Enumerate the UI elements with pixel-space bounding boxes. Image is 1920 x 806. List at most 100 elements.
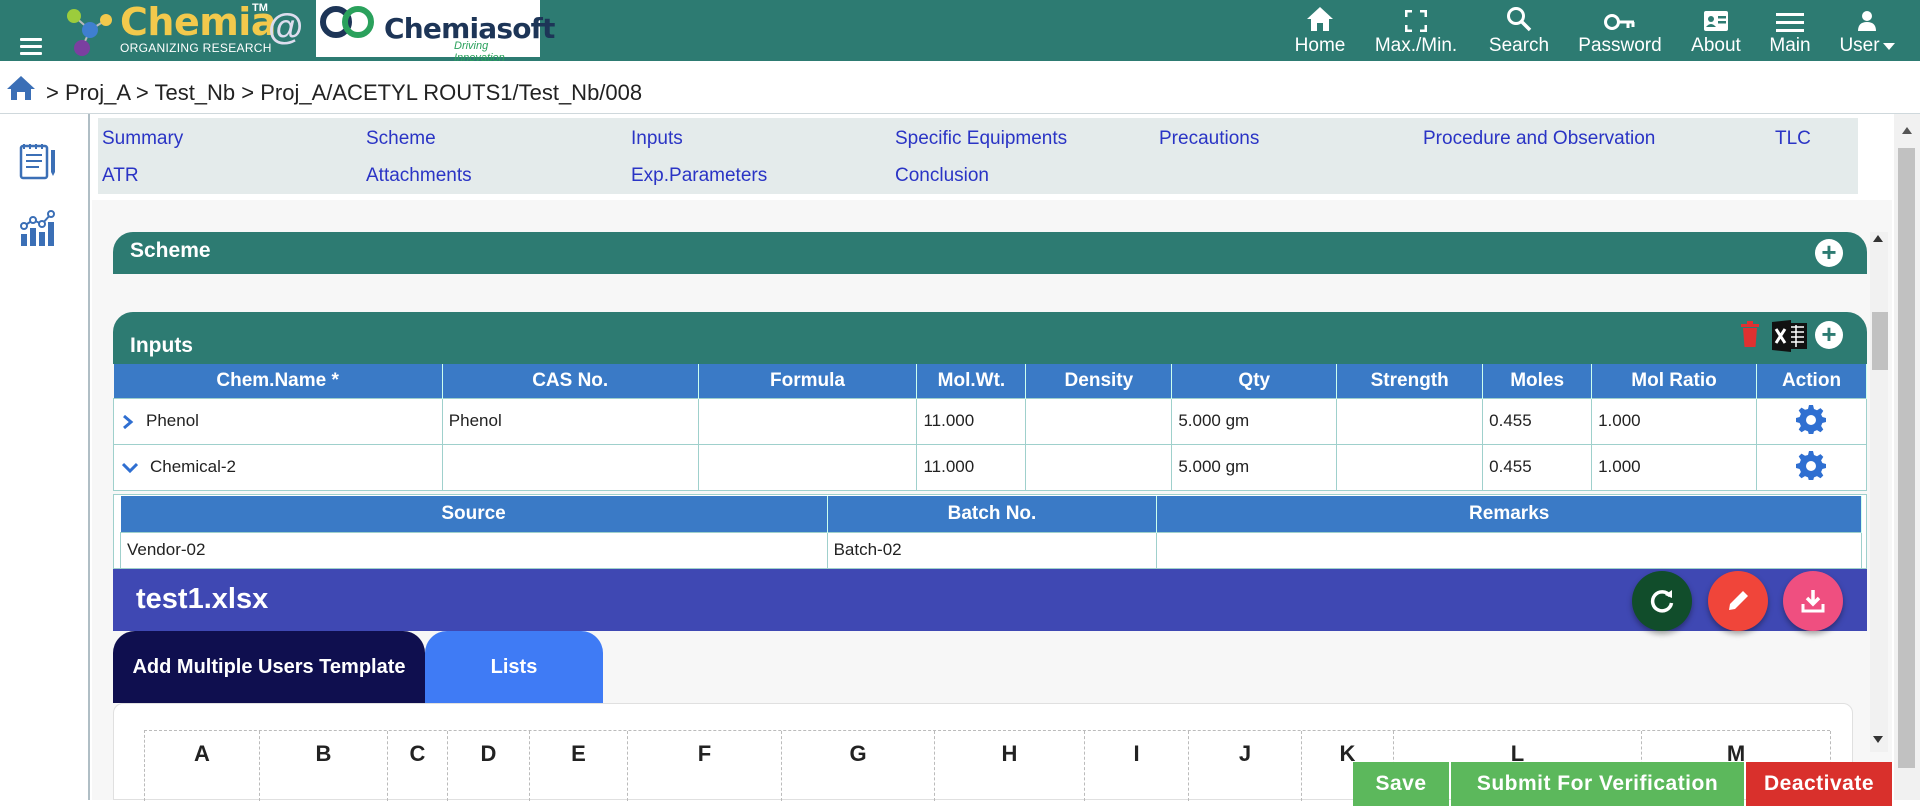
deactivate-button[interactable]: Deactivate [1746,762,1892,806]
download-button[interactable] [1783,571,1843,631]
scroll-up-arrow-icon[interactable] [1902,126,1912,134]
spreadsheet-column-header[interactable]: D [448,731,530,801]
formula-cell [697,443,918,491]
gear-icon[interactable] [1796,404,1827,435]
tab-precautions[interactable]: Precautions [1159,128,1259,150]
edit-button[interactable] [1708,571,1768,631]
content-scrollbar[interactable] [1870,232,1888,752]
spreadsheet-column-header[interactable]: C [388,731,448,801]
tab-scheme[interactable]: Scheme [366,128,436,150]
col-header-action: Action [1756,364,1868,398]
source-batch-table: Source Batch No. Remarks Vendor-02 Batch… [120,496,1862,569]
scroll-up-arrow-icon[interactable] [1873,234,1883,242]
formula-cell [697,397,918,445]
chem-name-cell: Phenol [146,411,199,430]
source-table-header: Source Batch No. Remarks [120,496,1862,532]
maximize-icon [1405,10,1427,32]
spreadsheet-column-header[interactable]: H [935,731,1085,801]
menu-icon [1776,13,1804,32]
density-cell [1025,443,1173,491]
tab-atr[interactable]: ATR [102,165,139,187]
column-letter: G [849,741,867,766]
tab-inputs[interactable]: Inputs [631,128,683,150]
cas-cell [441,443,699,491]
scroll-down-arrow-icon[interactable] [1873,736,1883,744]
tab-specific-equipments[interactable]: Specific Equipments [895,128,1067,150]
chevron-down-icon[interactable] [121,462,139,474]
top-bar: Chemia TM ORGANIZING RESEARCH @ Chemiaso… [0,0,1920,64]
col-header-strength[interactable]: Strength [1336,364,1484,398]
column-letter: I [1133,741,1140,766]
column-letter: B [315,741,332,766]
spreadsheet-column-header[interactable]: I [1085,731,1189,801]
nav-main[interactable]: Main [1760,4,1820,58]
strength-cell [1336,397,1484,445]
breadcrumb-home-icon[interactable] [6,75,36,101]
chemiasoft-logo: Chemiasoft Driving Innovation [316,0,555,64]
page-scrollbar[interactable] [1894,114,1920,800]
nav-user-label: User [1839,35,1880,56]
column-letter: E [571,741,586,766]
spreadsheet-column-header[interactable]: F [628,731,782,801]
strength-cell [1336,443,1484,491]
tab-procedure-observation[interactable]: Procedure and Observation [1423,128,1655,150]
spreadsheet-column-header[interactable]: E [530,731,628,801]
table-row[interactable]: Phenol Phenol 11.000 5.000 gm 0.455 1.00… [113,397,1868,445]
nav-maxmin[interactable]: Max./Min. [1366,4,1466,58]
chevron-right-icon[interactable] [122,414,134,429]
tab-exp-parameters[interactable]: Exp.Parameters [631,165,767,187]
inputs-table: Chem.Name * CAS No. Formula Mol.Wt. Dens… [113,364,1868,491]
content-scroll-thumb[interactable] [1872,312,1888,370]
brand-tagline: ORGANIZING RESEARCH [120,41,272,55]
refresh-icon [1650,590,1674,613]
scheme-section-header: Scheme + [113,232,1867,274]
breadcrumb[interactable]: > Proj_A > Test_Nb > Proj_A/ACETYL ROUTS… [46,80,642,106]
col-header-qty[interactable]: Qty [1171,364,1338,398]
col-header-mol-wt[interactable]: Mol.Wt. [916,364,1027,398]
tab-summary[interactable]: Summary [102,128,183,150]
col-header-mol-ratio[interactable]: Mol Ratio [1591,364,1757,398]
section-links-panel: Summary Scheme Inputs Specific Equipment… [98,118,1858,194]
col-header-batch-no: Batch No. [827,496,1158,532]
pencil-icon [1729,591,1748,610]
analytics-chart-icon[interactable] [17,210,57,250]
nav-search[interactable]: Search [1484,4,1554,58]
col-header-density[interactable]: Density [1025,364,1173,398]
column-letter: F [697,741,712,766]
sheet-tab-lists[interactable]: Lists [425,631,603,703]
table-row[interactable]: Vendor-02 Batch-02 [120,531,1862,569]
delete-trash-icon[interactable] [1739,320,1761,348]
nav-home[interactable]: Home [1290,4,1350,58]
caret-down-icon [1882,43,1895,50]
save-button[interactable]: Save [1353,762,1449,806]
hamburger-menu-icon[interactable] [20,38,42,55]
refresh-button[interactable] [1632,571,1692,631]
tab-conclusion[interactable]: Conclusion [895,165,989,187]
nav-user[interactable]: User [1834,4,1900,58]
at-symbol: @ [268,6,304,47]
nav-password-label: Password [1578,35,1662,56]
spreadsheet-column-header[interactable]: A [145,731,260,801]
col-header-formula[interactable]: Formula [698,364,918,398]
tab-attachments[interactable]: Attachments [366,165,472,187]
col-header-chem-name[interactable]: Chem.Name * [113,364,443,398]
spreadsheet-column-header[interactable]: G [782,731,935,801]
excel-export-icon[interactable] [1771,320,1809,352]
scheme-add-icon[interactable]: + [1815,239,1843,267]
sheet-tab-add-multiple-users[interactable]: Add Multiple Users Template [113,631,425,703]
home-icon [1307,7,1333,31]
spreadsheet-column-header[interactable]: B [260,731,388,801]
spreadsheet-column-header[interactable]: J [1189,731,1302,801]
nav-password[interactable]: Password [1570,4,1670,58]
nav-about[interactable]: About [1686,4,1746,58]
tab-tlc[interactable]: TLC [1775,128,1811,150]
submit-for-verification-button[interactable]: Submit For Verification [1451,762,1744,806]
col-header-moles[interactable]: Moles [1482,364,1593,398]
col-header-cas-no[interactable]: CAS No. [442,364,699,398]
table-row[interactable]: Chemical-2 11.000 5.000 gm 0.455 1.000 [113,443,1868,491]
inputs-add-icon[interactable]: + [1815,321,1843,349]
page-scroll-thumb[interactable] [1898,148,1915,768]
notebook-icon[interactable] [17,142,57,182]
nav-about-label: About [1691,35,1741,56]
gear-icon[interactable] [1796,450,1827,481]
